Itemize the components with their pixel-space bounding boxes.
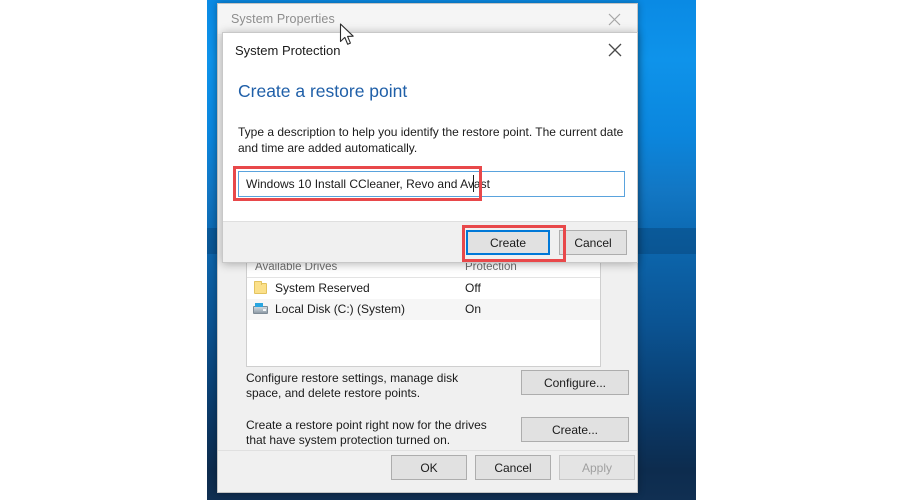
cancel-button[interactable]: Cancel bbox=[475, 455, 551, 480]
system-protection-dialog: System Protection Create a restore point… bbox=[222, 32, 638, 263]
create-section-text: Create a restore point right now for the… bbox=[246, 418, 487, 447]
folder-icon bbox=[253, 281, 269, 296]
create-button[interactable]: Create bbox=[466, 230, 550, 255]
drive-name: Local Disk (C:) (System) bbox=[275, 302, 406, 316]
create-restore-point-button[interactable]: Create... bbox=[521, 417, 629, 442]
drive-protection-status: On bbox=[465, 302, 482, 316]
dialog-description: Type a description to help you identify … bbox=[238, 125, 624, 155]
configure-section-text: Configure restore settings, manage disk … bbox=[246, 371, 459, 400]
screenshot-root: System Properties Available Drives Prote… bbox=[0, 0, 900, 500]
configure-button[interactable]: Configure... bbox=[521, 370, 629, 395]
text-caret bbox=[473, 175, 474, 192]
close-icon[interactable] bbox=[592, 33, 637, 66]
close-icon[interactable] bbox=[592, 4, 637, 34]
drive-name: System Reserved bbox=[275, 281, 370, 295]
system-properties-title: System Properties bbox=[231, 12, 335, 26]
drive-protection-status: Off bbox=[465, 281, 481, 295]
ok-button[interactable]: OK bbox=[391, 455, 467, 480]
table-row[interactable]: System Reserved Off bbox=[247, 278, 600, 299]
apply-button: Apply bbox=[559, 455, 635, 480]
mouse-cursor bbox=[339, 23, 356, 52]
system-protection-titlebar[interactable]: System Protection bbox=[223, 33, 637, 67]
system-protection-title: System Protection bbox=[235, 43, 341, 58]
drive-icon bbox=[253, 302, 269, 317]
restore-point-description-input[interactable] bbox=[238, 171, 625, 197]
cancel-button[interactable]: Cancel bbox=[559, 230, 627, 255]
system-properties-titlebar[interactable]: System Properties bbox=[218, 4, 637, 35]
footer-divider bbox=[218, 450, 637, 451]
dialog-footer: Create Cancel bbox=[223, 221, 637, 262]
page-title: Create a restore point bbox=[238, 81, 408, 101]
available-drives-list[interactable]: Available Drives Protection System Reser… bbox=[246, 257, 601, 367]
table-row[interactable]: Local Disk (C:) (System) On bbox=[247, 299, 600, 320]
